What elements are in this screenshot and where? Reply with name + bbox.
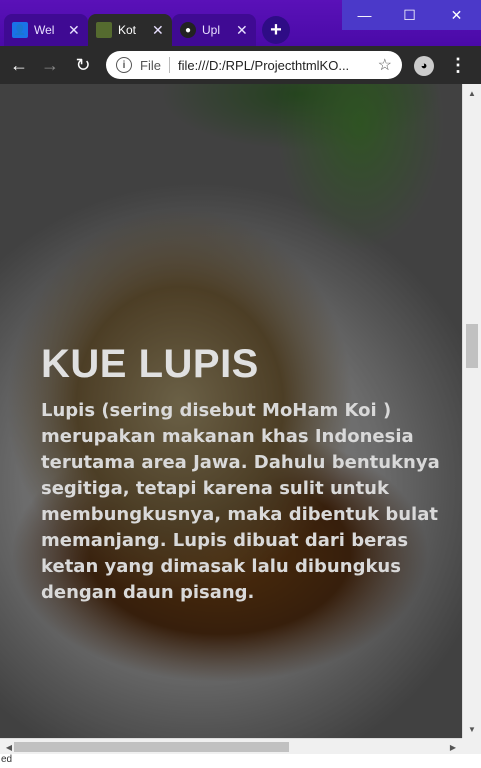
browser-toolbar: ← → ↻ i File file:///D:/RPL/ProjecthtmlK… [0,46,481,84]
scheme-label: File [140,57,161,73]
page-viewport: KUE LUPIS Lupis (sering disebut MoHam Ko… [0,84,462,738]
scroll-right-arrow-icon[interactable]: ▶ [446,739,460,755]
status-bar: ed [0,754,481,768]
tab-title: Wel [34,23,55,37]
vertical-scroll-thumb[interactable] [466,324,478,368]
new-tab-button[interactable]: + [262,16,290,44]
page-description: Lupis (sering disebut MoHam Koi ) merupa… [41,400,440,603]
close-tab-icon[interactable]: ✕ [152,23,164,37]
divider [168,57,170,73]
page-title: KUE LUPIS [41,342,259,386]
browser-menu-button[interactable]: ⋮ [448,52,468,78]
page-thumbnail-icon [96,22,112,38]
profile-icon: 👤 [12,22,28,38]
tab-title: Kot [118,23,137,37]
github-icon: ● [180,22,196,38]
horizontal-scrollbar[interactable]: ◀ ▶ [0,738,462,754]
forward-button[interactable]: → [37,52,63,78]
close-window-button[interactable]: ✕ [432,0,481,30]
address-bar[interactable]: i File file:///D:/RPL/ProjecthtmlKO... ☆ [106,51,402,79]
profile-avatar-icon[interactable]: ◕ [414,56,434,76]
tab-strip: 👤 Wel ✕ Kot ✕ ● Upl ✕ + — ☐ ✕ [0,0,481,46]
bookmark-star-icon[interactable]: ☆ [378,55,392,75]
reload-button[interactable]: ↻ [70,52,96,78]
horizontal-scroll-thumb[interactable] [14,742,289,752]
url-text[interactable]: file:///D:/RPL/ProjecthtmlKO... [178,58,368,73]
tab-upload[interactable]: ● Upl ✕ [172,14,256,46]
info-icon[interactable]: i [116,57,132,73]
scroll-down-arrow-icon[interactable]: ▼ [463,722,481,736]
minimize-button[interactable]: — [342,0,387,30]
browser-window: 👤 Wel ✕ Kot ✕ ● Upl ✕ + — ☐ ✕ ← → ↻ i Fi… [0,0,481,768]
tab-welcome[interactable]: 👤 Wel ✕ [4,14,88,46]
back-button[interactable]: ← [6,52,32,78]
scrollbar-corner [462,738,481,754]
scroll-up-arrow-icon[interactable]: ▲ [463,86,481,100]
close-tab-icon[interactable]: ✕ [68,23,80,37]
tab-kotak[interactable]: Kot ✕ [88,14,172,46]
maximize-button[interactable]: ☐ [387,0,432,30]
close-tab-icon[interactable]: ✕ [236,23,248,37]
tab-title: Upl [202,23,221,37]
vertical-scrollbar[interactable]: ▲ ▼ [462,84,481,738]
